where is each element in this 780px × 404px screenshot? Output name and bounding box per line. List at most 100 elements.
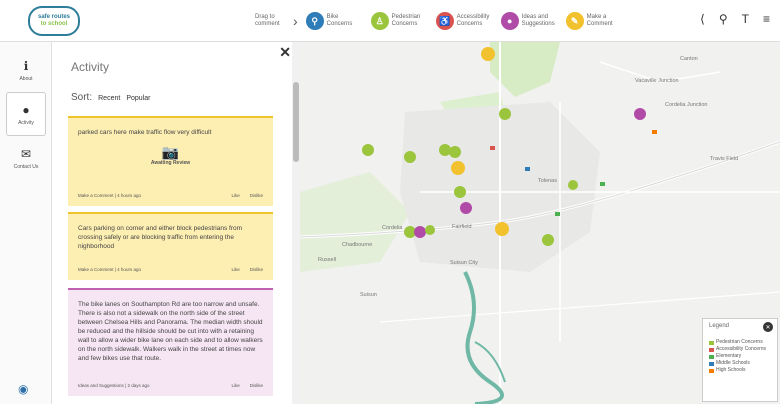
camera-icon: 📷 <box>161 144 180 160</box>
river <box>463 271 504 404</box>
nav-label: Contact Us <box>13 163 39 170</box>
close-icon[interactable]: ✕ <box>763 322 773 332</box>
idea-marker[interactable] <box>634 108 646 120</box>
high-school-swatch <box>709 368 714 373</box>
like-button[interactable]: Like <box>231 265 239 274</box>
sort-label: Sort: <box>71 92 93 103</box>
share-icon[interactable]: ⟨ <box>700 12 705 26</box>
pedestrian-marker[interactable] <box>568 180 578 190</box>
nav-about[interactable]: ℹ About <box>0 48 52 92</box>
nav-label: Activity <box>18 119 34 126</box>
dislike-button[interactable]: Dislike <box>250 265 263 274</box>
elementary-swatch <box>709 354 714 359</box>
activity-panel: Activity ✕ Sort: Recent Popular parked c… <box>53 42 300 404</box>
pedestrian-marker[interactable] <box>404 151 416 163</box>
category-label: Accessibility Concerns <box>456 14 490 27</box>
globe-icon[interactable]: ◉ <box>18 382 28 396</box>
category-comment[interactable]: ✎ Make a Comment <box>565 12 621 30</box>
panel-scrollbar[interactable] <box>292 42 300 404</box>
school-marker[interactable] <box>555 212 560 216</box>
category-label: Bike Concerns <box>326 14 353 27</box>
category-bike[interactable]: ⚲ Bike Concerns <box>305 12 361 30</box>
card-footer: Make a Comment | 4 hours ago Like Dislik… <box>78 265 263 274</box>
app-logo[interactable]: safe routes to school <box>28 6 80 36</box>
top-bar: safe routes to school Drag to comment › … <box>0 0 780 42</box>
school-marker[interactable] <box>652 130 657 134</box>
nav-label: About <box>19 75 33 82</box>
nav-activity[interactable]: ● Activity <box>6 92 46 136</box>
idea-marker[interactable] <box>414 226 426 238</box>
drag-hint: Drag to comment <box>255 14 280 27</box>
category-pedestrian[interactable]: ♙ Pedestrian Concerns <box>370 12 426 30</box>
pedestrian-marker[interactable] <box>542 234 554 246</box>
comment-marker[interactable] <box>481 47 495 61</box>
panel-title: Activity <box>71 60 110 74</box>
legend-item: Elementary <box>709 353 771 360</box>
activity-card[interactable]: The bike lanes on Southampton Rd are too… <box>68 288 273 396</box>
comment-marker[interactable] <box>451 161 465 175</box>
pedestrian-marker[interactable] <box>499 108 511 120</box>
like-button[interactable]: Like <box>231 191 239 200</box>
category-ideas[interactable]: ● Ideas and Suggestions <box>500 12 556 30</box>
sort-row: Sort: Recent Popular <box>71 92 150 103</box>
logo-line1: safe routes <box>37 14 70 20</box>
chevron-right-icon: › <box>293 13 298 29</box>
pin-icon: ● <box>500 12 519 30</box>
mail-icon: ✉ <box>20 146 32 161</box>
legend-label: Middle Schools <box>716 360 750 366</box>
map-label: Vacaville Junction <box>635 78 679 84</box>
card-text: Cars parking on corner and either block … <box>78 225 243 250</box>
activity-card[interactable]: parked cars here make traffic flow very … <box>68 116 273 206</box>
layers-icon[interactable]: ≡ <box>763 12 770 26</box>
card-meta: Make a Comment | 4 hours ago <box>78 267 141 272</box>
map-label: Canton <box>680 56 698 62</box>
info-icon: ℹ <box>23 58 29 73</box>
dislike-button[interactable]: Dislike <box>250 381 263 390</box>
sort-popular[interactable]: Popular <box>126 95 150 102</box>
pedestrian-marker[interactable] <box>454 186 466 198</box>
map-label: Fairfield <box>452 224 472 230</box>
legend-item: Pedestrian Concerns <box>709 339 771 346</box>
activity-card[interactable]: Cars parking on corner and either block … <box>68 212 273 280</box>
filter-icon[interactable]: T <box>742 12 749 26</box>
middle-school-swatch <box>709 361 714 366</box>
legend-label: High Schools <box>716 367 746 373</box>
close-icon[interactable]: ✕ <box>279 44 291 61</box>
legend-title: Legend <box>709 323 730 329</box>
school-marker[interactable] <box>525 167 530 171</box>
category-label: Pedestrian Concerns <box>391 14 421 27</box>
legend-item: Accessibility Concerns <box>709 346 771 353</box>
left-nav: ℹ About ● Activity ✉ Contact Us ◉ <box>0 42 52 404</box>
pedestrian-marker[interactable] <box>439 144 451 156</box>
map-label: Travis Field <box>710 156 739 162</box>
card-text: The bike lanes on Southampton Rd are too… <box>78 301 263 362</box>
dislike-button[interactable]: Dislike <box>250 191 263 200</box>
card-meta: Make a Comment | 4 hours ago <box>78 193 141 198</box>
pedestrian-marker[interactable] <box>449 146 461 158</box>
school-marker[interactable] <box>600 182 605 186</box>
comment-marker[interactable] <box>495 222 509 236</box>
card-text: parked cars here make traffic flow very … <box>78 129 212 136</box>
nav-contact[interactable]: ✉ Contact Us <box>0 136 52 180</box>
map-legend: Legend ✕ Pedestrian Concerns Accessibili… <box>702 318 778 402</box>
review-status: Awaiting Review <box>150 160 191 166</box>
map-label: Tolenas <box>538 178 557 184</box>
logo-line2: to school <box>40 21 68 27</box>
scrollbar-thumb[interactable] <box>293 82 299 162</box>
search-icon[interactable]: ⚲ <box>719 12 728 26</box>
map-label: Chadbourne <box>342 242 373 248</box>
school-marker[interactable] <box>490 146 495 150</box>
pedestrian-marker[interactable] <box>425 225 435 235</box>
category-bar: Drag to comment › ⚲ Bike Concerns ♙ Pede… <box>255 6 627 36</box>
sort-recent[interactable]: Recent <box>98 95 120 102</box>
like-button[interactable]: Like <box>231 381 239 390</box>
pedestrian-icon: ♙ <box>370 12 389 30</box>
legend-item: Middle Schools <box>709 360 771 367</box>
accessibility-swatch <box>709 347 714 352</box>
idea-marker[interactable] <box>460 202 472 214</box>
map-label: Suisun City <box>450 260 478 266</box>
pedestrian-marker[interactable] <box>362 144 374 156</box>
category-accessibility[interactable]: ♿ Accessibility Concerns <box>435 12 491 30</box>
category-label: Ideas and Suggestions <box>521 14 555 27</box>
card-footer: Ideas and Suggestions | 2 days ago Like … <box>78 381 263 390</box>
